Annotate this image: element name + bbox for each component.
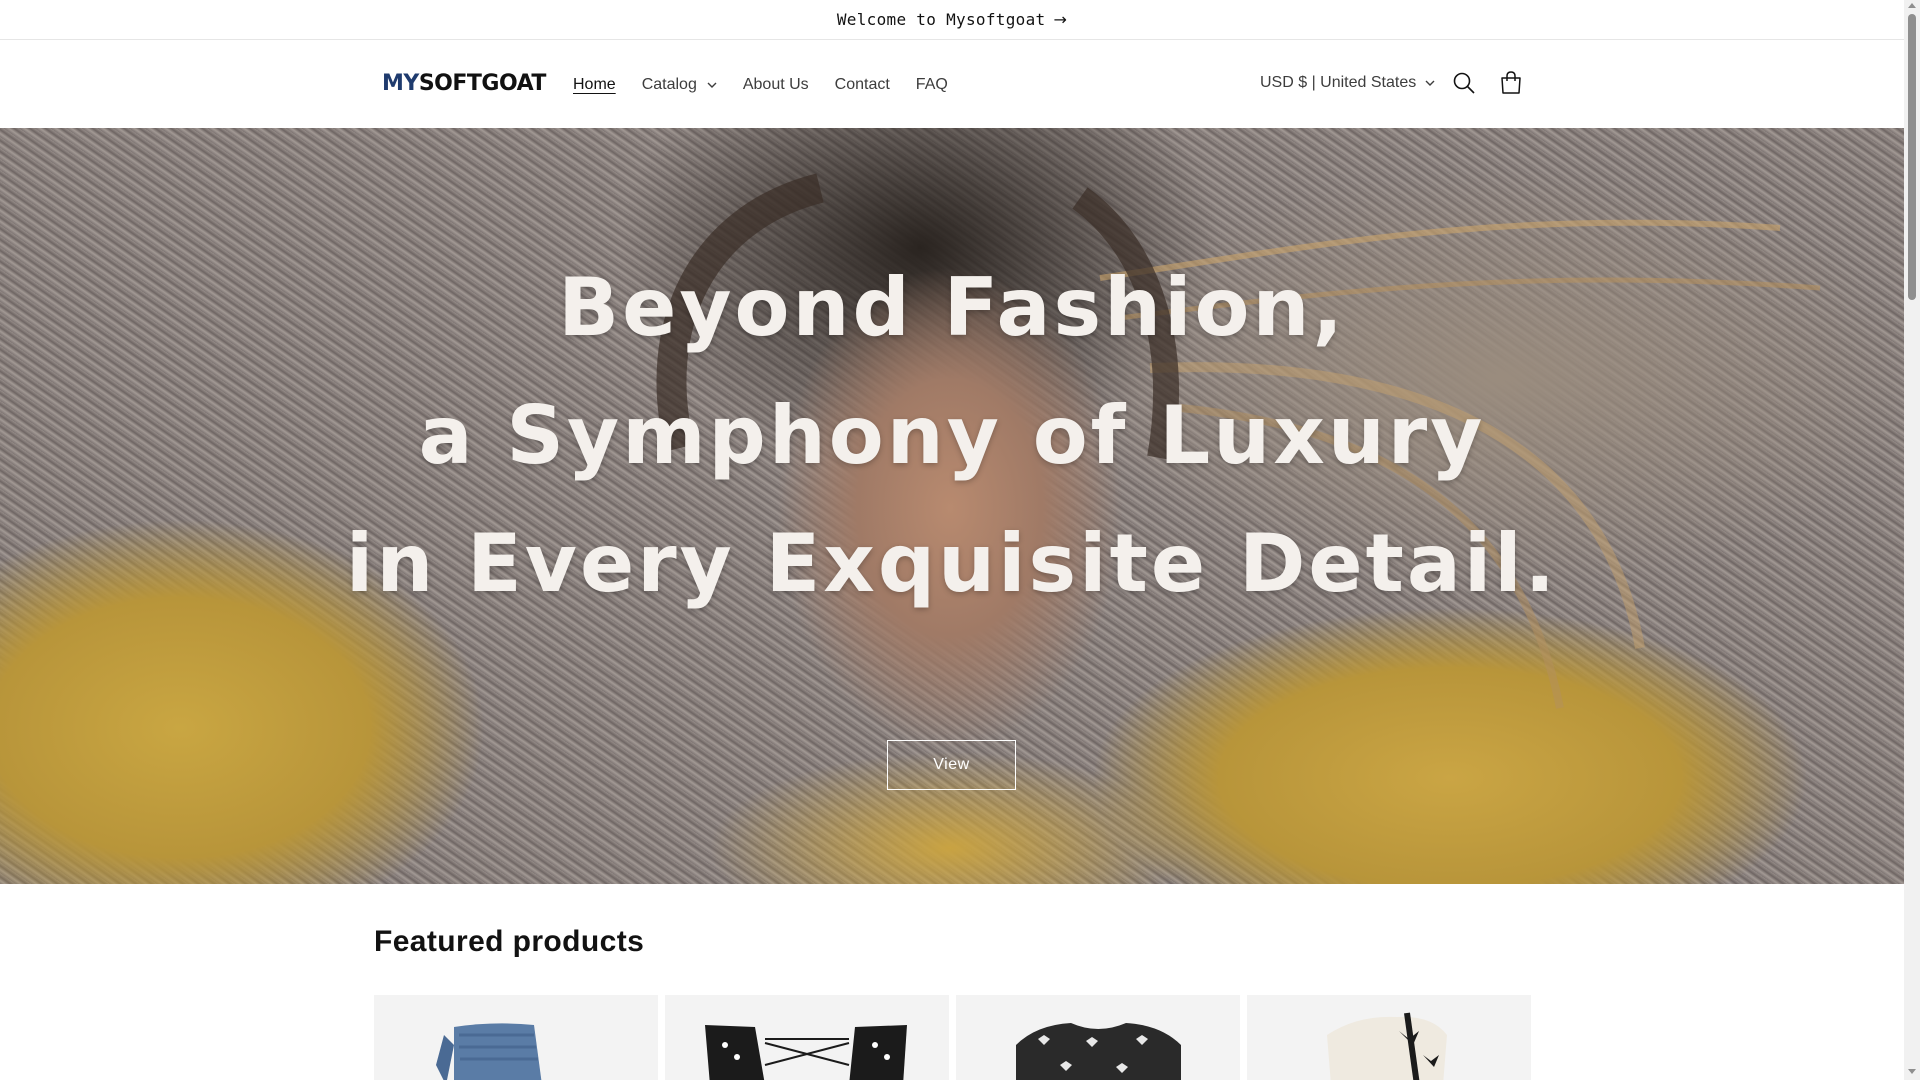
product-card[interactable]	[374, 995, 658, 1080]
hero-headline-line-1: Beyond Fashion,	[558, 261, 1346, 354]
logo[interactable]: MYSOFTGOAT	[382, 70, 546, 98]
currency-selector[interactable]: USD $ | United States	[1260, 41, 1435, 125]
search-icon[interactable]	[1451, 70, 1477, 96]
featured-products-title: Featured products	[374, 925, 645, 958]
scroll-up-arrow-icon[interactable]	[1908, 3, 1916, 8]
nav-about-us[interactable]: About Us	[730, 41, 822, 128]
main-nav: Home Catalog About Us Contact FAQ	[560, 41, 961, 128]
site-header: MYSOFTGOAT Home Catalog About Us Contact…	[0, 41, 1904, 128]
scrollbar-thumb[interactable]	[1908, 14, 1916, 300]
nav-contact-label: Contact	[834, 76, 890, 93]
nav-home[interactable]: Home	[560, 41, 629, 128]
product-image	[1016, 1023, 1181, 1080]
announcement-bar[interactable]: Welcome to Mysoftgoat →	[0, 0, 1904, 40]
currency-label: USD $ | United States	[1260, 74, 1417, 91]
product-card[interactable]	[1247, 995, 1531, 1080]
hero-headline-line-2: a Symphony of Luxury	[418, 389, 1486, 482]
nav-catalog[interactable]: Catalog	[629, 41, 730, 128]
view-button[interactable]: View	[887, 740, 1016, 790]
scroll-down-arrow-icon[interactable]	[1908, 1069, 1916, 1074]
logo-part-softgoat: SOFTGOAT	[418, 71, 547, 96]
chevron-down-icon	[707, 82, 717, 88]
logo-part-my: MY	[382, 71, 419, 96]
product-image	[1327, 1012, 1447, 1080]
hero-banner: Beyond Fashion, a Symphony of Luxury in …	[0, 128, 1904, 884]
cart-icon[interactable]	[1498, 70, 1524, 96]
product-image	[705, 1025, 907, 1080]
arrow-right-icon: →	[1053, 10, 1068, 29]
page-scrollbar[interactable]	[1904, 0, 1920, 1080]
chevron-down-icon	[1425, 80, 1435, 86]
announcement-text[interactable]: Welcome to Mysoftgoat	[837, 10, 1046, 29]
nav-faq-label: FAQ	[915, 76, 948, 93]
nav-home-label: Home	[573, 76, 616, 93]
nav-faq[interactable]: FAQ	[903, 41, 961, 128]
product-card[interactable]	[956, 995, 1240, 1080]
nav-about-us-label: About Us	[742, 76, 809, 93]
nav-contact[interactable]: Contact	[822, 41, 903, 128]
hero-headline-line-3: in Every Exquisite Detail.	[345, 517, 1559, 610]
product-card[interactable]	[665, 995, 949, 1080]
nav-catalog-label: Catalog	[641, 76, 697, 93]
product-image	[436, 1023, 542, 1080]
product-grid	[374, 995, 1531, 1080]
